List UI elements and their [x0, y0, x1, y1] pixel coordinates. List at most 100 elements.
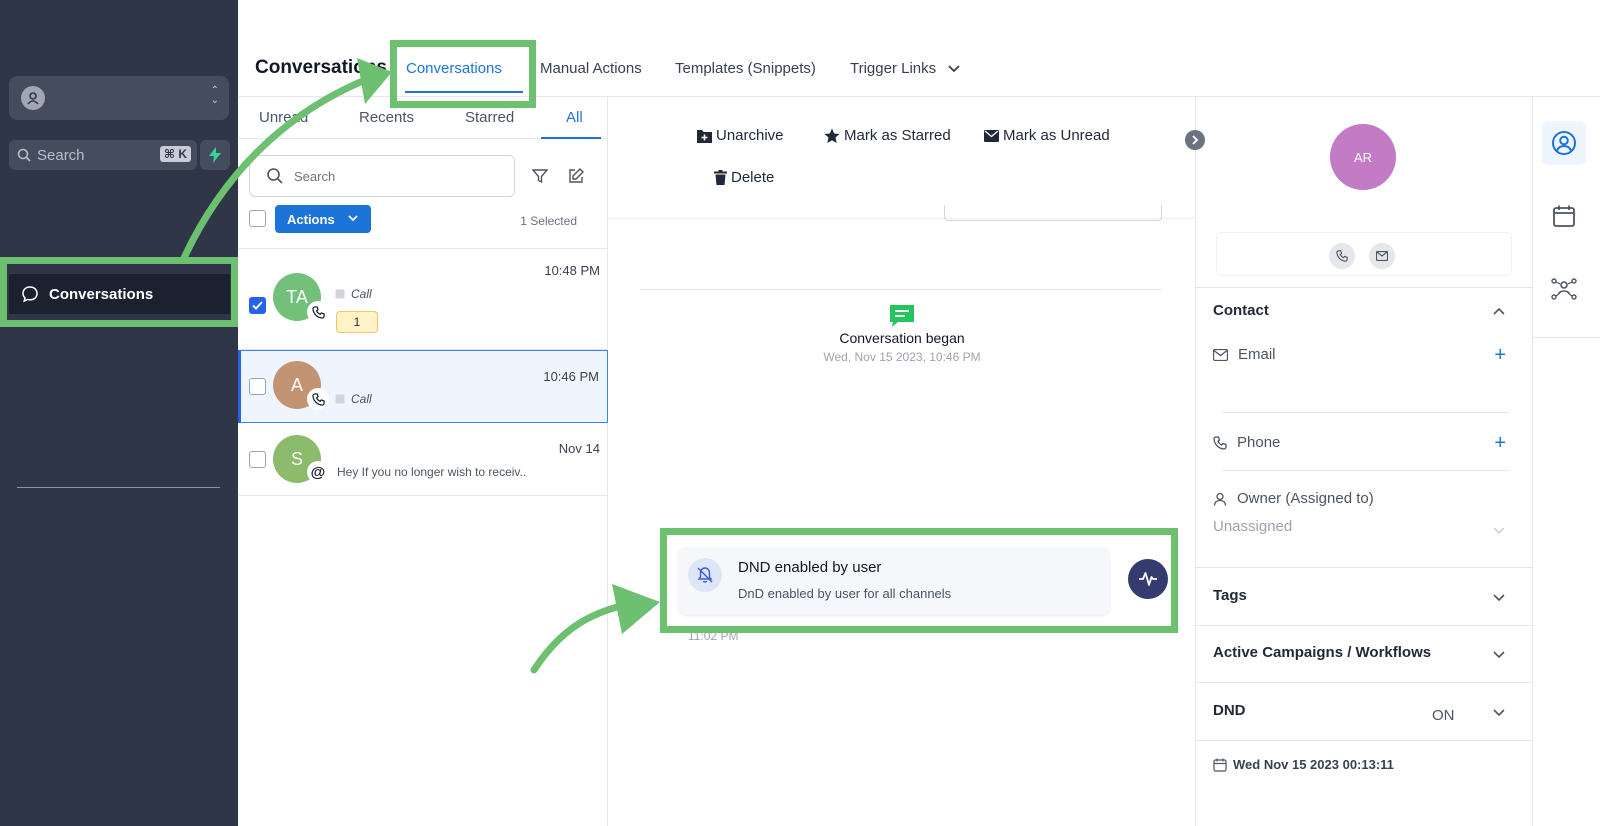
- conversation-channel: Call: [335, 392, 372, 406]
- list-item[interactable]: S @ Nov 14 Hey If you no longer wish to …: [238, 424, 608, 495]
- mark-unread-button[interactable]: Mark as Unread: [984, 127, 1110, 144]
- search-placeholder: Search: [294, 168, 336, 184]
- select-all-checkbox[interactable]: [249, 210, 266, 227]
- dnd-section-header[interactable]: DND: [1213, 702, 1246, 719]
- chevron-down-icon[interactable]: [1492, 647, 1506, 661]
- page-title: Conversations: [255, 57, 387, 78]
- section-divider: [1196, 287, 1532, 288]
- row-checkbox[interactable]: [249, 297, 266, 314]
- conversation-channel: Call: [335, 287, 372, 301]
- dnd-date-value: Wed Nov 15 2023 00:13:11: [1233, 757, 1394, 772]
- delete-button[interactable]: Delete: [714, 169, 774, 186]
- chevron-down-icon: [1493, 527, 1505, 534]
- list-item[interactable]: TA 10:48 PM Call 1: [238, 249, 608, 349]
- call-button[interactable]: [1329, 243, 1355, 269]
- star-icon: [824, 128, 840, 143]
- email-button[interactable]: [1369, 243, 1395, 269]
- section-divider: [1196, 682, 1532, 683]
- previous-message-bubble: [944, 205, 1162, 221]
- calendar-icon: [1553, 205, 1575, 227]
- campaigns-section-header[interactable]: Active Campaigns / Workflows: [1213, 644, 1431, 661]
- list-divider: [238, 495, 608, 496]
- conversation-snippet: Hey If you no longer wish to receiv..: [337, 465, 527, 479]
- check-icon: [252, 301, 263, 310]
- highlight-box-tab: [390, 40, 536, 108]
- tab-manual-actions[interactable]: Manual Actions: [540, 60, 642, 77]
- tags-section-header[interactable]: Tags: [1213, 587, 1247, 604]
- dnd-date: Wed Nov 15 2023 00:13:11: [1213, 757, 1394, 772]
- field-divider: [1222, 470, 1508, 471]
- add-phone-button[interactable]: +: [1494, 433, 1506, 453]
- mark-starred-button[interactable]: Mark as Starred: [824, 127, 951, 144]
- location-icon: [21, 86, 45, 110]
- quick-actions: [1216, 232, 1512, 276]
- row-checkbox[interactable]: [249, 451, 266, 468]
- contact-pane: AR Contact Email + Phone + Owner (Assign…: [1196, 97, 1532, 826]
- actions-label: Actions: [287, 211, 335, 227]
- filter-unread[interactable]: Unread: [259, 109, 308, 126]
- tab-trigger-links[interactable]: Trigger Links: [850, 60, 960, 77]
- unarchive-label: Unarchive: [716, 127, 784, 144]
- conversation-search-input[interactable]: Search: [249, 155, 515, 197]
- tab-trigger-links-label: Trigger Links: [850, 60, 937, 77]
- add-email-button[interactable]: +: [1494, 345, 1506, 365]
- conversation-began-date: Wed, Nov 15 2023, 10:46 PM: [823, 350, 981, 364]
- phone-icon: [307, 388, 329, 410]
- field-divider: [1222, 412, 1508, 413]
- edit-icon: [569, 168, 584, 183]
- right-rail: [1532, 97, 1600, 826]
- contact-details-button[interactable]: [1542, 121, 1586, 165]
- compose-button[interactable]: [565, 165, 587, 187]
- chevron-up-icon[interactable]: [1492, 305, 1506, 319]
- actions-dropdown[interactable]: Actions: [275, 205, 371, 233]
- filter-all[interactable]: All: [566, 109, 583, 126]
- owner-field: Owner (Assigned to): [1213, 490, 1374, 507]
- tab-templates[interactable]: Templates (Snippets): [675, 60, 816, 77]
- call-icon: [335, 289, 345, 299]
- sidebar-divider: [17, 487, 220, 488]
- trash-icon: [714, 170, 727, 185]
- chevron-down-icon[interactable]: [1492, 705, 1506, 719]
- filter-button[interactable]: [529, 165, 551, 187]
- bolt-icon: [209, 147, 221, 163]
- filter-starred[interactable]: Starred: [465, 109, 514, 126]
- mark-starred-label: Mark as Starred: [844, 127, 951, 144]
- filter-recents[interactable]: Recents: [359, 109, 414, 126]
- row-checkbox[interactable]: [249, 378, 266, 395]
- phone-label: Phone: [1237, 434, 1281, 451]
- list-item[interactable]: A 10:46 PM Call: [238, 350, 608, 423]
- contact-section-header[interactable]: Contact: [1213, 302, 1269, 319]
- conversation-began-title: Conversation began: [839, 330, 965, 346]
- section-divider: [1196, 625, 1532, 626]
- account-switcher[interactable]: ⌃ ⌄: [9, 76, 229, 120]
- highlight-box-sidebar: [0, 257, 238, 327]
- owner-select[interactable]: Unassigned: [1213, 518, 1292, 535]
- sidebar: ⌃ ⌄ Search ⌘ K Conversations: [0, 0, 238, 826]
- chevron-updown-icon: ⌃ ⌄: [210, 85, 219, 106]
- contacts-network-button[interactable]: [1542, 267, 1586, 311]
- unarchive-button[interactable]: Unarchive: [697, 127, 784, 144]
- chevron-down-icon: [348, 215, 358, 222]
- calendar-button[interactable]: [1542, 194, 1586, 238]
- envelope-icon: [984, 129, 999, 142]
- phone-icon: [1336, 250, 1348, 262]
- archive-icon: [697, 129, 712, 143]
- selected-count: 1 Selected: [520, 214, 577, 228]
- email-label: Email: [1238, 346, 1276, 363]
- conversation-time: 10:48 PM: [544, 263, 600, 278]
- sidebar-search[interactable]: Search ⌘ K: [9, 140, 197, 170]
- chevron-down-icon[interactable]: [1492, 590, 1506, 604]
- conversation-divider: [640, 289, 1162, 290]
- call-icon: [335, 394, 345, 404]
- conversation-time: 10:46 PM: [543, 369, 599, 384]
- phone-field: Phone: [1213, 434, 1280, 451]
- section-divider: [1196, 740, 1532, 741]
- message-icon: [888, 304, 916, 333]
- mark-unread-label: Mark as Unread: [1003, 127, 1110, 144]
- quick-action-button[interactable]: [200, 140, 230, 170]
- shortcut-badge: ⌘ K: [159, 146, 191, 162]
- users-network-icon: [1551, 278, 1577, 300]
- email-at-icon: @: [307, 461, 329, 483]
- user-circle-icon: [1552, 131, 1576, 155]
- highlight-box-dnd: [660, 528, 1178, 633]
